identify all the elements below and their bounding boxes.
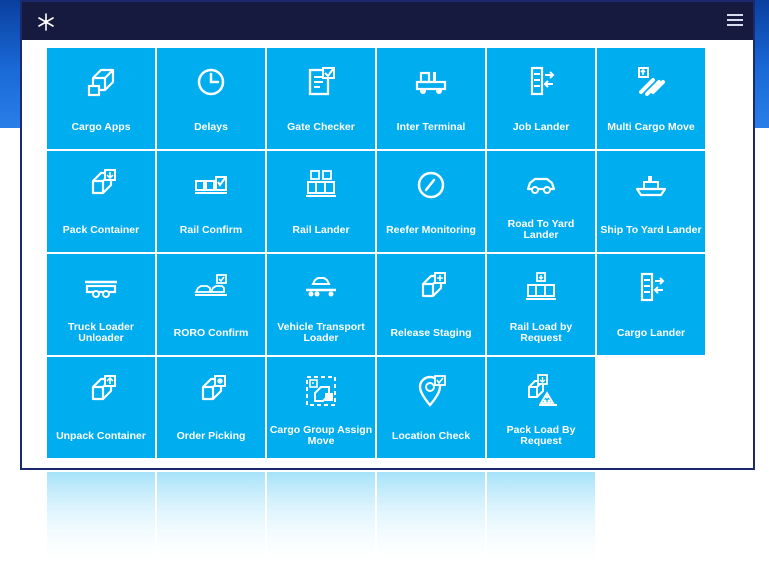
app-tile-rail-lander[interactable]: Rail Lander (267, 151, 375, 252)
app-tile-vehicle-transport-loader[interactable]: Vehicle Transport Loader (267, 254, 375, 355)
app-tile-reefer-monitoring[interactable]: Reefer Monitoring (377, 151, 485, 252)
tile-label: Job Lander (512, 120, 570, 133)
clock-icon (193, 64, 229, 100)
tile-label: Cargo Lander (616, 326, 686, 339)
gauge-icon (413, 167, 449, 203)
app-tile-truck-loader-unloader[interactable]: Truck Loader Unloader (47, 254, 155, 355)
app-tile-order-picking[interactable]: Order Picking (157, 357, 265, 458)
tile-label: Pack Load By Request (506, 424, 576, 447)
roro-icon (193, 270, 229, 306)
checklist-icon (303, 64, 339, 100)
app-tile-delays[interactable]: Delays (157, 48, 265, 149)
tile-label: Reefer Monitoring (386, 223, 476, 236)
tile-label: Road To Yard Lander (507, 218, 575, 241)
app-tile-unpack-container[interactable]: Unpack Container (47, 357, 155, 458)
multi-pipe-icon (633, 64, 669, 100)
tile-label: Order Picking (176, 429, 246, 442)
ship-icon (633, 167, 669, 203)
app-tile-cargo-lander[interactable]: Cargo Lander (597, 254, 705, 355)
crane-transfer-icon (633, 270, 669, 306)
app-tile-job-lander[interactable]: Job Lander (487, 48, 595, 149)
app-tile-rail-load-by-request[interactable]: Rail Load by Request (487, 254, 595, 355)
tile-label: Inter Terminal (396, 120, 466, 133)
app-tile-location-check[interactable]: Location Check (377, 357, 485, 458)
tile-label: Cargo Apps (71, 120, 131, 133)
tile-label: Rail Lander (292, 223, 350, 236)
pack-load-icon (523, 373, 559, 409)
tile-label: Location Check (391, 429, 471, 442)
tile-label: Delays (194, 120, 228, 133)
snowflake-logo-icon[interactable] (36, 12, 56, 32)
app-tile-rail-confirm[interactable]: Rail Confirm (157, 151, 265, 252)
tile-label: RORO Confirm (173, 326, 249, 339)
app-tile-inter-terminal[interactable]: Inter Terminal (377, 48, 485, 149)
tile-label: Gate Checker (287, 120, 355, 133)
app-tile-road-to-yard-lander[interactable]: Road To Yard Lander (487, 151, 595, 252)
rail-load-icon (523, 270, 559, 306)
rail-lander-icon (303, 167, 339, 203)
tile-label: Vehicle Transport Loader (277, 321, 365, 344)
pack-cube-icon (83, 167, 119, 203)
app-tile-cargo-group-assign-move[interactable]: Cargo Group Assign Move (267, 357, 375, 458)
tile-label: Rail Load by Request (509, 321, 573, 344)
tile-label: Multi Cargo Move (607, 120, 695, 133)
group-select-icon (303, 373, 339, 409)
tile-label: Ship To Yard Lander (600, 223, 702, 236)
location-check-icon (413, 373, 449, 409)
tile-reflection (47, 472, 703, 565)
app-tile-roro-confirm[interactable]: RORO Confirm (157, 254, 265, 355)
tile-label: Pack Container (62, 223, 140, 236)
app-tile-release-staging[interactable]: Release Staging (377, 254, 485, 355)
pick-cube-icon (193, 373, 229, 409)
rail-check-icon (193, 167, 229, 203)
hamburger-menu-icon[interactable] (727, 14, 743, 28)
app-tile-grid: Cargo Apps Delays Gate Checker Inter Termin… (47, 48, 705, 458)
app-tile-pack-container[interactable]: Pack Container (47, 151, 155, 252)
tile-label: Release Staging (390, 326, 472, 339)
car-icon (523, 167, 559, 203)
app-tile-cargo-apps[interactable]: Cargo Apps (47, 48, 155, 149)
release-cube-icon (413, 270, 449, 306)
app-tile-pack-load-by-request[interactable]: Pack Load By Request (487, 357, 595, 458)
unpack-cube-icon (83, 373, 119, 409)
top-bar (22, 2, 753, 40)
cube-icon (83, 64, 119, 100)
tile-label: Rail Confirm (179, 223, 243, 236)
trailer-icon (83, 270, 119, 306)
crane-transfer-icon (523, 64, 559, 100)
app-tile-ship-to-yard-lander[interactable]: Ship To Yard Lander (597, 151, 705, 252)
car-transporter-icon (303, 270, 339, 306)
truck-icon (413, 64, 449, 100)
app-tile-gate-checker[interactable]: Gate Checker (267, 48, 375, 149)
tile-label: Cargo Group Assign Move (269, 424, 373, 447)
app-tile-multi-cargo-move[interactable]: Multi Cargo Move (597, 48, 705, 149)
tile-label: Unpack Container (56, 429, 146, 442)
tile-label: Truck Loader Unloader (68, 321, 134, 344)
